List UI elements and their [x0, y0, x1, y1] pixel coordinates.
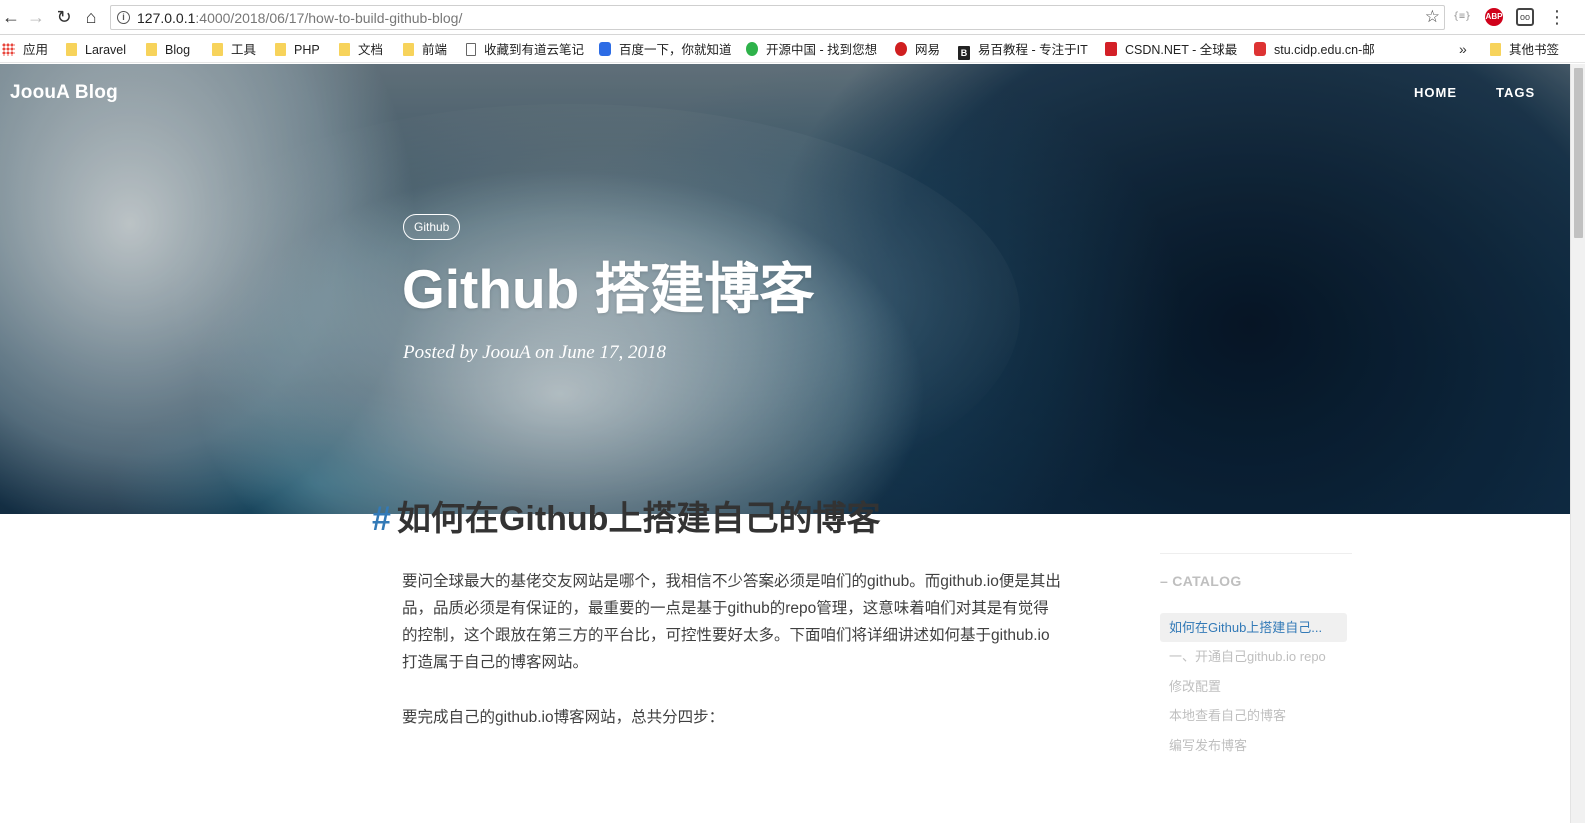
- json-extension-icon[interactable]: {≡}: [1453, 8, 1471, 26]
- bookmark-php[interactable]: PHP: [275, 41, 320, 59]
- home-icon[interactable]: ⌂: [80, 6, 102, 28]
- url-path: :4000/2018/06/17/how-to-build-github-blo…: [195, 10, 463, 26]
- bookmark-csdn[interactable]: CSDN.NET - 全球最: [1105, 41, 1237, 59]
- bookmark-label: Blog: [165, 43, 191, 57]
- catalog-item[interactable]: 如何在Github上搭建自己...: [1160, 613, 1347, 642]
- bookmark-tools[interactable]: 工具: [212, 41, 256, 59]
- bookmark-stu-mail[interactable]: stu.cidp.edu.cn-邮: [1254, 41, 1375, 59]
- bookmark-label: Laravel: [85, 43, 126, 57]
- address-url[interactable]: 127.0.0.1:4000/2018/06/17/how-to-build-g…: [137, 10, 462, 26]
- reload-icon[interactable]: ↻: [53, 6, 75, 28]
- bookmark-label: PHP: [294, 43, 320, 57]
- catalog-item[interactable]: 修改配置: [1160, 672, 1347, 701]
- bookmark-label: 应用: [23, 43, 49, 57]
- apps-grid-icon: [2, 43, 15, 56]
- catalog-title-text: CATALOG: [1172, 573, 1242, 589]
- browser-toolbar: ← → ↻ ⌂ i 127.0.0.1:4000/2018/06/17/how-…: [0, 0, 1585, 35]
- post-title: Github 搭建博客: [402, 258, 815, 320]
- post-meta: Posted by JoouA on June 17, 2018: [403, 342, 666, 363]
- site-info-icon[interactable]: i: [117, 11, 130, 24]
- address-bar[interactable]: i 127.0.0.1:4000/2018/06/17/how-to-build…: [110, 5, 1445, 30]
- url-host: 127.0.0.1: [137, 10, 196, 26]
- folder-icon: [403, 43, 414, 56]
- yiibai-icon: B: [958, 46, 970, 60]
- bookmark-youdao[interactable]: 收藏到有道云笔记: [466, 41, 584, 59]
- catalog-item[interactable]: 本地查看自己的博客: [1160, 701, 1347, 730]
- folder-icon: [212, 43, 223, 56]
- bookmark-label: 百度一下，你就知道: [619, 43, 732, 57]
- bookmark-label: 开源中国 - 找到您想: [766, 43, 878, 57]
- bookmark-label: 工具: [231, 43, 257, 57]
- bookmark-yiibai[interactable]: B 易百教程 - 专注于IT: [958, 41, 1088, 60]
- netease-icon: [895, 42, 907, 56]
- bookmark-oschina[interactable]: 开源中国 - 找到您想: [746, 41, 877, 59]
- bookmark-apps[interactable]: 应用: [2, 41, 48, 59]
- bookmark-label: 收藏到有道云笔记: [484, 43, 585, 57]
- oschina-icon: [746, 42, 758, 56]
- bookmark-baidu[interactable]: 百度一下，你就知道: [599, 41, 732, 59]
- bookmark-blog[interactable]: Blog: [146, 41, 190, 59]
- post-tag[interactable]: Github: [403, 214, 461, 240]
- page-scrollbar[interactable]: [1570, 64, 1585, 823]
- bookmark-label: 文档: [358, 43, 384, 57]
- bookmarks-bar: 应用 Laravel Blog 工具 PHP 文档 前端 收藏到有道云笔记 百度…: [0, 36, 1585, 63]
- catalog-sidebar: – CATALOG 如何在Github上搭建自己... 一、开通自己github…: [1160, 553, 1352, 753]
- more-bookmarks-chevron-icon[interactable]: »: [1459, 41, 1467, 57]
- article-paragraph: 要问全球最大的基佬交友网站是哪个，我相信不少答案必须是咱们的github。而gi…: [402, 573, 1061, 671]
- bookmark-label: 前端: [422, 43, 448, 57]
- forward-arrow-icon[interactable]: →: [25, 6, 47, 28]
- adblock-extension-icon[interactable]: ABP: [1485, 8, 1503, 26]
- catalog-title: – CATALOG: [1160, 573, 1242, 589]
- baidu-icon: [599, 42, 611, 56]
- scrollbar-thumb[interactable]: [1574, 68, 1583, 238]
- csdn-icon: [1105, 42, 1117, 56]
- bookmark-laravel[interactable]: Laravel: [66, 41, 126, 59]
- heading-text: 如何在Github上搭建自己的博客: [396, 500, 881, 538]
- bookmark-netease[interactable]: 网易: [895, 41, 940, 59]
- site-brand[interactable]: JoouA Blog: [10, 82, 118, 104]
- browser-menu-icon[interactable]: ⋮: [1548, 8, 1566, 28]
- reader-extension-icon[interactable]: oo: [1516, 8, 1534, 26]
- bookmark-label: 其他书签: [1509, 43, 1560, 57]
- folder-icon: [146, 43, 157, 56]
- bookmark-star-icon[interactable]: ☆: [1425, 7, 1440, 27]
- bookmark-frontend[interactable]: 前端: [403, 41, 447, 59]
- catalog-item[interactable]: 一、开通自己github.io repo: [1160, 642, 1347, 671]
- heading-anchor-link[interactable]: #: [372, 500, 391, 538]
- bookmark-label: 易百教程 - 专注于IT: [978, 43, 1088, 57]
- article-heading: # 如何在Github上搭建自己的博客: [372, 497, 880, 541]
- nav-home-link[interactable]: HOME: [1414, 85, 1457, 100]
- bookmark-label: CSDN.NET - 全球最: [1125, 43, 1238, 57]
- page-icon: [466, 43, 476, 56]
- folder-icon: [1490, 43, 1501, 56]
- back-arrow-icon[interactable]: ←: [0, 6, 22, 28]
- page-viewport: JoouA Blog HOME TAGS Github Github 搭建博客 …: [0, 64, 1570, 823]
- catalog-item[interactable]: 编写发布博客: [1160, 731, 1347, 760]
- folder-icon: [275, 43, 286, 56]
- nav-tags-link[interactable]: TAGS: [1496, 85, 1535, 100]
- bookmark-docs[interactable]: 文档: [339, 41, 383, 59]
- post-header-hero: JoouA Blog HOME TAGS Github Github 搭建博客 …: [0, 64, 1570, 514]
- bookmark-label: stu.cidp.edu.cn-邮: [1274, 43, 1375, 57]
- bookmark-other[interactable]: 其他书签: [1490, 41, 1559, 59]
- folder-icon: [66, 43, 77, 56]
- bookmark-label: 网易: [915, 43, 941, 57]
- folder-icon: [339, 43, 350, 56]
- mail-icon: [1254, 42, 1266, 56]
- article-paragraph: 要完成自己的github.io博客网站，总共分四步：: [402, 709, 725, 726]
